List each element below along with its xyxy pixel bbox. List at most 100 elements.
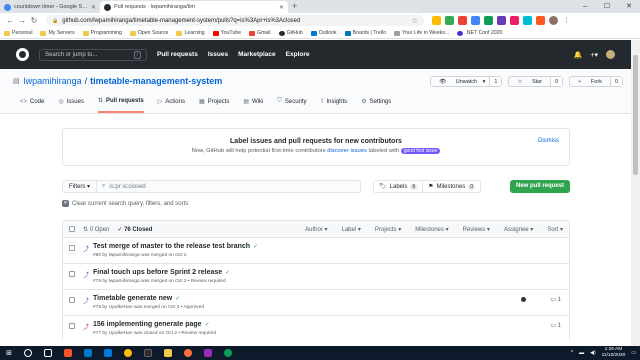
bookmark-trello[interactable]: Boards | Trello <box>344 30 386 36</box>
close-tab-icon[interactable]: ✕ <box>279 4 284 11</box>
good-first-issue-label[interactable]: good first issue <box>400 148 441 154</box>
dismiss-button[interactable]: Dismiss <box>538 138 559 144</box>
discover-issues-link[interactable]: discover issues <box>327 148 367 154</box>
bookmark-life-in-weeks[interactable]: Your Life in Weeks... <box>393 30 449 36</box>
fork-button[interactable]: ⑂ Fork 0 <box>569 76 623 87</box>
extension-icon[interactable] <box>510 16 519 25</box>
clear-filters-link[interactable]: ✕ Clear current search query, filters, a… <box>62 200 188 207</box>
tab-insights[interactable]: ⌇ Insights <box>321 97 348 113</box>
bookmark-gmail[interactable]: Gmail <box>249 30 271 36</box>
notifications-bell-icon[interactable]: 🔔 <box>574 51 583 59</box>
projects-filter[interactable]: Projects ▾ <box>375 226 401 233</box>
labels-button[interactable]: 🏷 Labels 9 <box>373 180 424 193</box>
browser-tab-google[interactable]: countdown timer - Google Search ✕ <box>0 1 100 13</box>
tab-issues[interactable]: ◎ Issues <box>58 97 84 113</box>
nav-explore[interactable]: Explore <box>286 51 310 58</box>
notifications-icon[interactable]: ▭ <box>631 350 636 356</box>
app-icon[interactable] <box>204 349 212 357</box>
bookmark-open-source[interactable]: Open Source <box>129 30 168 36</box>
extension-icon[interactable] <box>445 16 454 25</box>
extension-icon[interactable] <box>458 16 467 25</box>
close-tab-icon[interactable]: ✕ <box>91 4 96 11</box>
author-filter[interactable]: Author ▾ <box>305 226 327 233</box>
minimize-icon[interactable]: – <box>574 0 596 13</box>
pr-title-link[interactable]: Final touch ups before Sprint 2 release ✓ <box>93 269 230 276</box>
chevron-up-icon[interactable]: ^ <box>571 350 573 356</box>
pr-search-input[interactable]: ⌕ is:pr is:closed <box>97 180 362 193</box>
network-icon[interactable]: ▬ <box>579 350 584 356</box>
assignee-filter[interactable]: Assignee ▾ <box>504 226 533 233</box>
menu-icon[interactable]: ⋮ <box>562 16 571 25</box>
new-tab-icon[interactable]: + <box>288 1 301 13</box>
page-scrollbar[interactable] <box>631 40 640 346</box>
select-all-checkbox[interactable] <box>69 226 75 232</box>
scrollbar-thumb[interactable] <box>633 55 638 175</box>
milestones-button[interactable]: ⚑ Milestones 0 <box>423 180 481 193</box>
tab-wiki[interactable]: ▤ Wiki <box>243 97 263 113</box>
bookmark-outlook[interactable]: Outlook <box>310 30 337 36</box>
bookmark-star-icon[interactable]: ☆ <box>412 17 418 25</box>
reviewer-avatar[interactable] <box>521 297 527 302</box>
task-view-icon[interactable] <box>44 349 52 357</box>
label-filter[interactable]: Label ▾ <box>342 226 361 233</box>
forward-icon[interactable]: → <box>16 16 28 25</box>
close-window-icon[interactable]: ✕ <box>618 0 640 13</box>
sort-filter[interactable]: Sort ▾ <box>547 226 563 233</box>
extension-icon[interactable] <box>523 16 532 25</box>
windows-start-icon[interactable]: ⊞ <box>4 349 14 357</box>
edge-icon[interactable] <box>224 349 232 357</box>
github-logo-icon[interactable] <box>16 48 29 61</box>
user-avatar[interactable] <box>606 50 615 59</box>
row-checkbox[interactable] <box>69 323 75 329</box>
bookmark-net-conf[interactable]: .NET Conf 2020 <box>457 30 502 36</box>
extension-icon[interactable] <box>471 16 480 25</box>
row-checkbox[interactable] <box>69 297 75 303</box>
vscode-icon[interactable] <box>84 349 92 357</box>
new-pull-request-button[interactable]: New pull request <box>509 180 570 193</box>
bookmark-personal[interactable]: Personal <box>4 30 32 36</box>
brave-icon[interactable] <box>64 349 72 357</box>
bookmark-programming[interactable]: Programming <box>82 30 122 36</box>
tab-security[interactable]: ⛉ Security <box>277 97 306 113</box>
address-bar[interactable]: 🔒 github.com/lwpamihiranga/timetable-man… <box>46 15 424 26</box>
nav-marketplace[interactable]: Marketplace <box>238 51 276 58</box>
create-new-plus-icon[interactable]: +▾ <box>590 51 598 59</box>
reviews-filter[interactable]: Reviews ▾ <box>463 226 490 233</box>
nav-issues[interactable]: Issues <box>208 51 228 58</box>
tab-code[interactable]: <> Code <box>20 97 44 113</box>
open-filter[interactable]: ⇅ 0 Open <box>83 226 109 233</box>
stars-count[interactable]: 0 <box>550 77 563 86</box>
pr-title-link[interactable]: Timetable generate new ✓ <box>93 295 204 302</box>
explorer-icon[interactable] <box>164 349 172 357</box>
filters-dropdown[interactable]: Filters ▾ <box>62 180 98 193</box>
pr-row[interactable]: ⤴ Final touch ups before Sprint 2 releas… <box>63 264 569 290</box>
global-search-input[interactable]: Search or jump to... / <box>39 48 147 61</box>
bookmark-my-servers[interactable]: My Servers <box>40 30 75 36</box>
extension-icon[interactable] <box>536 16 545 25</box>
nav-pull-requests[interactable]: Pull requests <box>157 51 198 58</box>
pr-title-link[interactable]: Test merge of master to the release test… <box>93 243 258 250</box>
clock[interactable]: 1:26 AM 11/10/2020 <box>602 347 626 359</box>
bookmark-youtube[interactable]: YouTube <box>212 30 241 36</box>
repo-owner-link[interactable]: lwpamihiranga <box>24 76 82 86</box>
mail-icon[interactable] <box>104 349 112 357</box>
browser-tab-github[interactable]: Pull requests · lwpamihiranga/tim ✕ <box>100 1 288 13</box>
chrome-icon[interactable] <box>124 349 132 357</box>
pr-title-link[interactable]: 156 implementing generate page ✓ <box>93 321 216 328</box>
volume-icon[interactable]: ◀) <box>590 350 596 356</box>
maximize-icon[interactable]: ☐ <box>596 0 618 13</box>
watchers-count[interactable]: 1 <box>489 77 502 86</box>
comments-link[interactable]: ▭ 1 <box>550 296 561 303</box>
unwatch-button[interactable]: 👁 Unwatch ▾ 1 <box>430 76 503 87</box>
pr-row[interactable]: ⤴ 156 implementing generate page ✓ #77 by… <box>63 316 569 340</box>
search-icon[interactable] <box>24 349 32 357</box>
extension-icon[interactable] <box>432 16 441 25</box>
closed-filter[interactable]: ✓ 76 Closed <box>117 226 152 233</box>
pr-row[interactable]: ⤴ Test merge of master to the release te… <box>63 238 569 264</box>
tab-pull-requests[interactable]: ⇅ Pull requests <box>97 97 144 113</box>
repo-name-link[interactable]: timetable-management-system <box>90 76 222 86</box>
row-checkbox[interactable] <box>69 271 75 277</box>
extension-icon[interactable] <box>497 16 506 25</box>
pr-row[interactable]: ⤴ Timetable generate new ✓ #78 by UpulkeH… <box>63 290 569 316</box>
profile-avatar-icon[interactable] <box>549 16 558 25</box>
